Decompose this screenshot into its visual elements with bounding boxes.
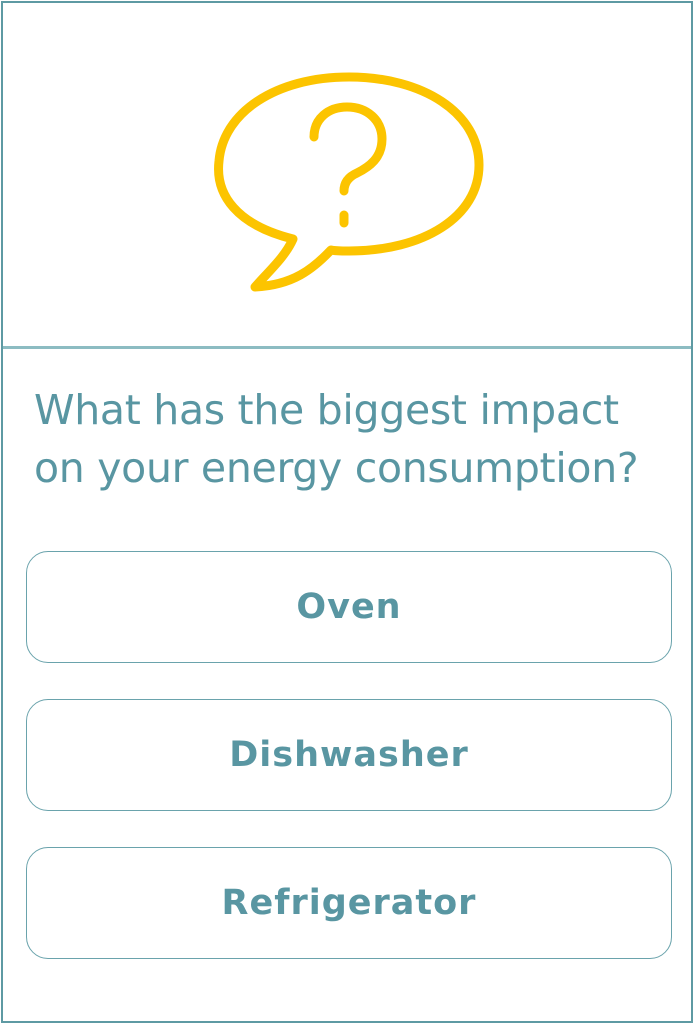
question-speech-bubble-icon	[214, 72, 484, 292]
answer-button-dishwasher[interactable]: Dishwasher	[26, 699, 672, 811]
question-text: What has the biggest impact on your ener…	[34, 386, 639, 492]
divider	[3, 346, 691, 349]
answer-button-refrigerator[interactable]: Refrigerator	[26, 847, 672, 959]
answer-button-oven[interactable]: Oven	[26, 551, 672, 663]
quiz-card: What has the biggest impact on your ener…	[1, 1, 693, 1023]
icon-area	[3, 3, 691, 347]
